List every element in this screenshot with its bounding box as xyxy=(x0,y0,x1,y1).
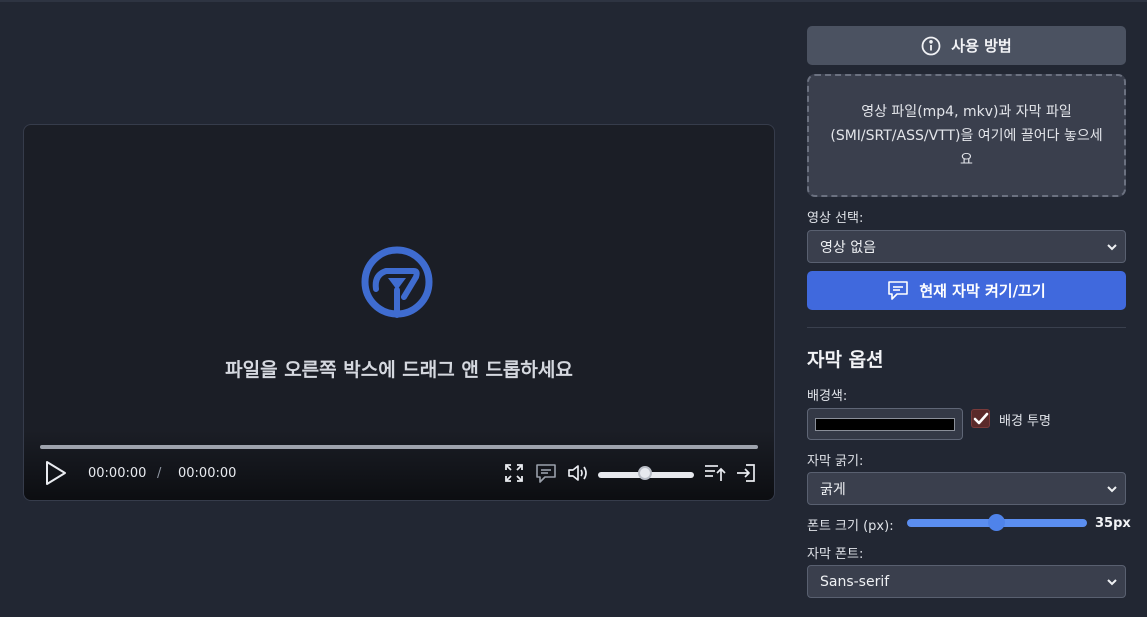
info-icon xyxy=(921,36,941,55)
subtitle-options-title: 자막 옵션 xyxy=(807,349,884,371)
file-dropzone[interactable]: 영상 파일(mp4, mkv)과 자막 파일 (SMI/SRT/ASS/VTT)… xyxy=(807,74,1126,197)
font-size-value: 35px xyxy=(1095,516,1131,531)
subtitle-toggle-icon[interactable] xyxy=(535,463,557,484)
player-controls: 00:00:00 / 00:00:00 xyxy=(24,430,774,500)
video-select-label: 영상 선택: xyxy=(807,211,864,226)
subtitle-icon xyxy=(888,281,909,300)
bg-transparent-label: 배경 투명 xyxy=(999,414,1051,429)
play-icon[interactable] xyxy=(44,460,68,486)
import-icon[interactable] xyxy=(735,463,757,483)
chevron-down-icon xyxy=(1107,244,1117,251)
bg-color-label: 배경색: xyxy=(807,389,848,404)
time-separator: / xyxy=(157,466,162,481)
video-select[interactable]: 영상 없음 xyxy=(807,230,1126,263)
duration: 00:00:00 xyxy=(178,466,237,481)
dropzone-text: 영상 파일(mp4, mkv)과 자막 파일 (SMI/SRT/ASS/VTT)… xyxy=(830,103,1103,168)
top-border xyxy=(0,0,1147,2)
toggle-subtitle-label: 현재 자막 켜기/끄기 xyxy=(919,282,1046,300)
chevron-down-icon xyxy=(1107,579,1117,586)
weight-label: 자막 굵기: xyxy=(807,454,864,469)
weight-select[interactable]: 굵게 xyxy=(807,472,1126,505)
checkmark-icon xyxy=(973,412,989,425)
font-label: 자막 폰트: xyxy=(807,547,864,562)
volume-icon[interactable] xyxy=(567,463,589,483)
font-select[interactable]: Sans-serif xyxy=(807,565,1126,598)
divider xyxy=(807,327,1126,328)
chevron-down-icon xyxy=(1107,486,1117,493)
bg-color-swatch xyxy=(815,418,955,431)
bg-color-picker[interactable] xyxy=(807,408,963,440)
drop-instruction: 파일을 오른쪽 박스에 드래그 앤 드롭하세요 xyxy=(225,359,573,381)
help-button-label: 사용 방법 xyxy=(951,37,1012,55)
weight-select-value: 굵게 xyxy=(820,481,846,498)
toggle-subtitle-button[interactable]: 현재 자막 켜기/끄기 xyxy=(807,271,1126,310)
current-time: 00:00:00 xyxy=(88,466,147,481)
volume-slider-knob[interactable] xyxy=(638,466,652,480)
fullscreen-icon[interactable] xyxy=(504,463,524,483)
bg-transparent-checkbox[interactable] xyxy=(971,409,990,428)
progress-bar[interactable] xyxy=(40,445,758,449)
play-hand-logo-icon xyxy=(360,245,434,319)
font-size-label: 폰트 크기 (px): xyxy=(807,519,894,534)
subtitle-list-icon[interactable] xyxy=(704,463,726,483)
font-size-slider-knob[interactable] xyxy=(988,514,1005,531)
help-button[interactable]: 사용 방법 xyxy=(807,26,1126,65)
font-select-value: Sans-serif xyxy=(820,573,890,590)
video-player[interactable]: 파일을 오른쪽 박스에 드래그 앤 드롭하세요 00:00:00 / 00:00… xyxy=(23,124,775,501)
video-select-value: 영상 없음 xyxy=(820,239,876,256)
